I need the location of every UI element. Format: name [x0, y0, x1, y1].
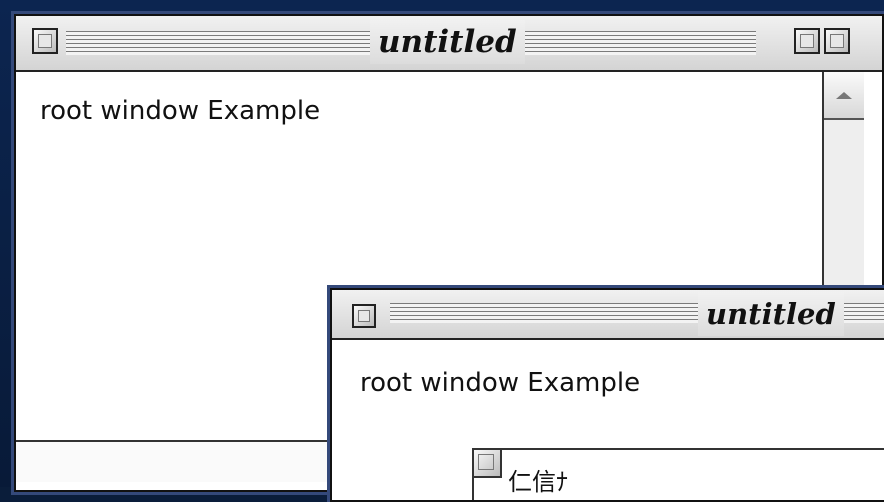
text-input-value[interactable]: 仁信ﾅ [508, 462, 568, 497]
zoom-box-icon[interactable] [794, 28, 820, 54]
collapse-box-icon[interactable] [824, 28, 850, 54]
text-input-field[interactable]: 仁信ﾅ [472, 448, 884, 500]
window-front-titlebar[interactable]: untitled [332, 290, 884, 340]
scroll-up-arrow-icon[interactable] [824, 72, 864, 120]
window-content-text: root window Example [360, 368, 641, 398]
close-box-icon[interactable] [32, 28, 58, 54]
window-title: untitled [698, 292, 844, 336]
window-front[interactable]: untitled root window Example 仁信ﾅ [330, 288, 884, 502]
field-close-box-icon[interactable] [474, 450, 502, 478]
window-title: untitled [370, 20, 525, 64]
window-back-titlebar[interactable]: untitled [16, 16, 882, 72]
window-content-text: root window Example [40, 96, 321, 126]
close-box-icon[interactable] [352, 304, 376, 328]
